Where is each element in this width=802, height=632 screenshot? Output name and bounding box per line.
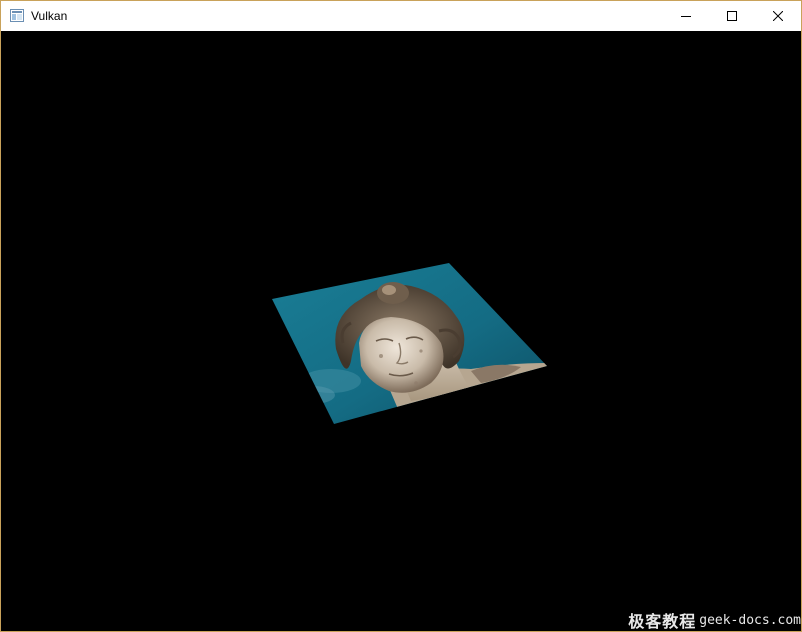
maximize-icon — [727, 11, 737, 21]
window-title: Vulkan — [31, 9, 68, 23]
render-viewport[interactable]: 极客教程 geek-docs.com — [1, 31, 801, 631]
close-icon — [773, 11, 783, 21]
watermark-logo-text: 极客教程 — [628, 612, 697, 631]
watermark-url: geek-docs.com — [699, 612, 801, 628]
watermark: 极客教程 geek-docs.com — [628, 609, 801, 631]
minimize-button[interactable] — [663, 1, 709, 31]
minimize-icon — [681, 16, 691, 17]
statue-texture — [272, 263, 547, 424]
window-app-icon — [10, 9, 24, 22]
close-button[interactable] — [755, 1, 801, 31]
title-bar[interactable]: Vulkan — [1, 1, 801, 31]
textured-quad — [272, 263, 547, 424]
maximize-button[interactable] — [709, 1, 755, 31]
vulkan-window: Vulkan 极客教程 geek-docs.com — [0, 0, 802, 632]
